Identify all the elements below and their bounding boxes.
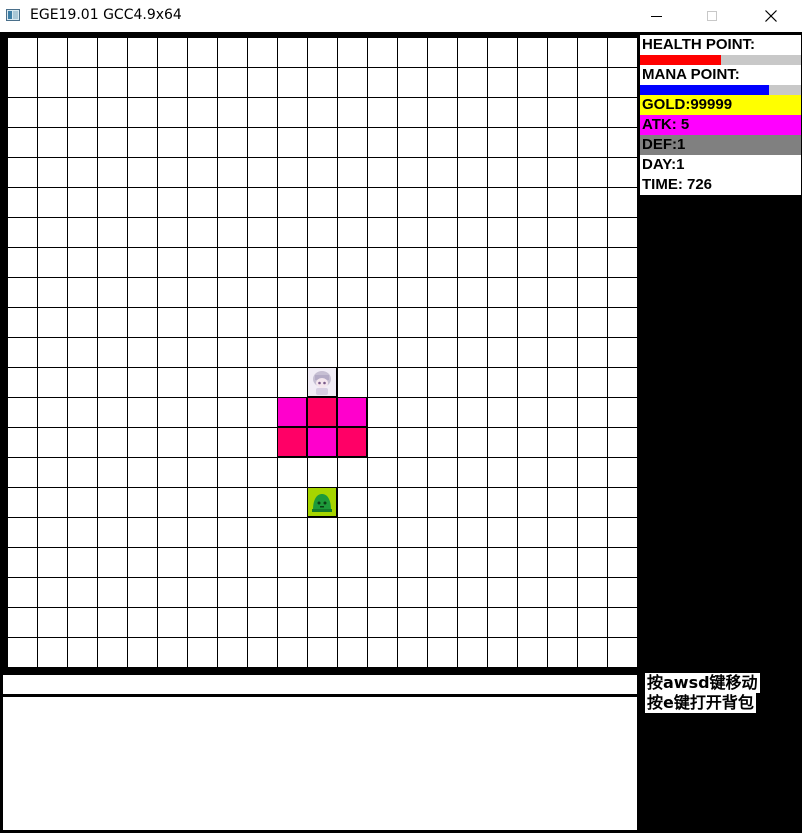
message-log-panel (3, 697, 637, 830)
gold-value: GOLD:99999 (640, 95, 801, 115)
map-tile (277, 397, 307, 427)
mana-bar (640, 85, 801, 95)
game-canvas[interactable]: HEALTH POINT: MANA POINT: GOLD:99999 ATK… (0, 32, 802, 833)
close-icon (765, 10, 777, 22)
move-hint: 按awsd键移动 (645, 673, 760, 693)
defense-value: DEF:1 (640, 135, 801, 155)
map-tile (277, 427, 307, 457)
map-tile (337, 427, 367, 457)
maximize-button[interactable] (690, 0, 735, 32)
window-title: EGE19.01 GCC4.9x64 (30, 7, 182, 23)
slime-enemy-sprite (307, 487, 337, 517)
stats-panel: HEALTH POINT: MANA POINT: GOLD:99999 ATK… (640, 35, 802, 195)
bag-hint: 按e键打开背包 (645, 693, 756, 713)
time-value: TIME: 726 (640, 175, 801, 195)
minimize-button[interactable] (634, 0, 679, 32)
close-button[interactable] (748, 0, 793, 32)
map-tile (337, 397, 367, 427)
player-character-icon (313, 371, 331, 395)
title-bar[interactable]: EGE19.01 GCC4.9x64 (0, 0, 802, 32)
health-bar (640, 55, 801, 65)
mana-bar-fill (640, 85, 769, 95)
health-label: HEALTH POINT: (640, 35, 801, 55)
mana-label: MANA POINT: (640, 65, 801, 85)
map-grid[interactable] (7, 37, 637, 667)
map-tile (307, 427, 337, 457)
slime-icon (312, 494, 332, 512)
message-input-box[interactable] (3, 675, 637, 694)
day-value: DAY:1 (640, 155, 801, 175)
attack-value: ATK: 5 (640, 115, 801, 135)
health-bar-fill (640, 55, 721, 65)
player-character-sprite (307, 367, 337, 397)
map-tile (307, 397, 337, 427)
app-icon (6, 9, 20, 21)
controls-help: 按awsd键移动 按e键打开背包 (645, 673, 760, 713)
